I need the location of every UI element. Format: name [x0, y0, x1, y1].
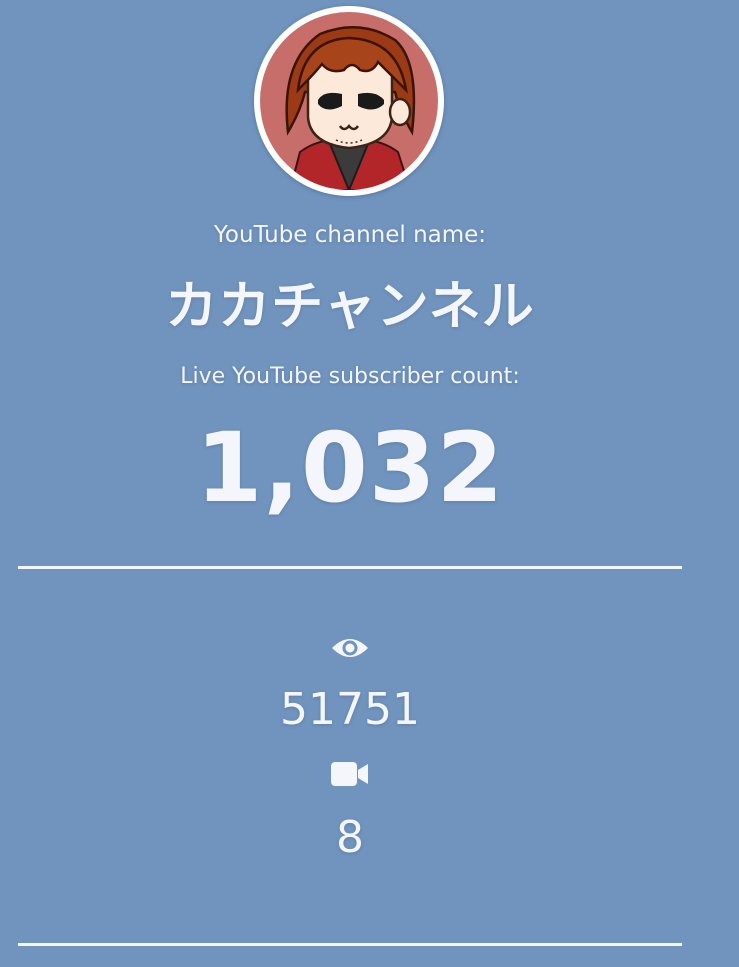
channel-name-label: YouTube channel name:	[213, 222, 487, 248]
views-count: 51751	[280, 684, 420, 735]
divider-top	[18, 566, 682, 569]
divider-bottom	[18, 943, 682, 946]
subscriber-count-label: Live YouTube subscriber count:	[180, 364, 520, 389]
video-camera-icon	[320, 760, 380, 790]
avatar-illustration	[260, 12, 438, 190]
videos-count: 8	[336, 812, 364, 863]
channel-avatar	[254, 6, 444, 196]
eye-icon	[320, 634, 380, 666]
subscriber-count: 1,032	[195, 412, 505, 524]
channel-name: カカチャンネル	[165, 277, 535, 337]
